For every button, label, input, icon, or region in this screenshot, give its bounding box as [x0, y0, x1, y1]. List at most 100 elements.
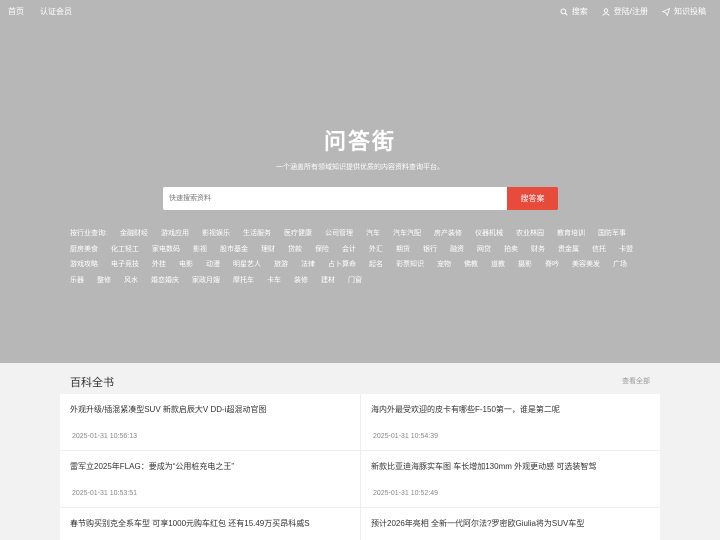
send-icon	[662, 7, 670, 16]
category-tag[interactable]: 乐器	[70, 273, 84, 289]
category-tag[interactable]: 融资	[450, 242, 464, 258]
category-tag[interactable]: 法律	[301, 257, 315, 273]
nav-member-link[interactable]: 认证会员	[40, 6, 72, 17]
category-tag[interactable]: 宠物	[437, 257, 451, 273]
category-tag[interactable]: 彩票知识	[396, 257, 424, 273]
category-tag[interactable]: 装修	[294, 273, 308, 289]
search-button[interactable]: 搜答案	[507, 187, 558, 210]
category-tag[interactable]: 电子竞技	[111, 257, 139, 273]
category-tag[interactable]: 厨房美食	[70, 242, 98, 258]
article-title[interactable]: 外观升级/插混紧凑型SUV 新款启辰大V DD-i超混动官图	[70, 404, 266, 415]
user-icon	[602, 7, 610, 16]
category-tag[interactable]: 拍卖	[504, 242, 518, 258]
article-card[interactable]: 新款比亚迪海豚实车图 车长增加130mm 外观更动感 可选装智驾 2025-01-…	[360, 451, 660, 508]
contribute-label: 知识投稿	[674, 7, 706, 16]
category-tag[interactable]: 会计	[342, 242, 356, 258]
category-tag[interactable]: 门窗	[348, 273, 362, 289]
category-tag[interactable]: 婚恋婚庆	[151, 273, 179, 289]
category-tag[interactable]: 信托	[592, 242, 606, 258]
category-tag[interactable]: 理财	[261, 242, 275, 258]
category-tag[interactable]: 金融财经	[120, 226, 148, 242]
category-tag[interactable]: 教育培训	[557, 226, 585, 242]
category-tag[interactable]: 起名	[369, 257, 383, 273]
category-tag[interactable]: 公司管理	[325, 226, 353, 242]
section-header: 百科全书 查看全部	[60, 363, 660, 394]
article-date: 2025-01-31 10:56:13	[72, 433, 137, 440]
category-tags: 按行业查询: 金融财经 游戏应用 影视娱乐 生活服务 医疗健康 公司管理 汽车 汽车汽配 房产装修…	[70, 226, 660, 288]
category-tag[interactable]: 广场	[613, 257, 627, 273]
category-tag[interactable]: 动漫	[206, 257, 220, 273]
category-tag[interactable]: 汽车汽配	[393, 226, 421, 242]
tags-label: 按行业查询:	[70, 230, 107, 237]
section-title: 百科全书	[70, 377, 114, 389]
top-nav-right: 搜索 登陆/注册 知识投稿	[560, 6, 706, 17]
category-tag[interactable]: 脊吟	[545, 257, 559, 273]
search-input[interactable]	[163, 187, 507, 210]
encyclopedia-section: 百科全书 查看全部 外观升级/插混紧凑型SUV 新款启辰大V DD-i超混动官图…	[60, 363, 660, 540]
contribute-link[interactable]: 知识投稿	[662, 6, 706, 17]
site-title: 问答街	[323, 129, 396, 155]
article-title[interactable]: 预计2026年亮相 全新一代阿尔法?罗密欧Giulia将为SUV车型	[371, 518, 584, 529]
category-tag[interactable]: 风水	[124, 273, 138, 289]
category-tag[interactable]: 汽车	[366, 226, 380, 242]
category-tag[interactable]: 影视娱乐	[202, 226, 230, 242]
top-bar: 首页 认证会员 搜索 登陆/注册 知识投稿	[0, 0, 720, 24]
article-title[interactable]: 海内外最受欢迎的皮卡有哪些F-150第一，谁是第二呢	[371, 404, 560, 415]
category-tag[interactable]: 网贷	[477, 242, 491, 258]
category-tag[interactable]: 贷款	[288, 242, 302, 258]
category-tag[interactable]: 国防军事	[598, 226, 626, 242]
category-tag[interactable]: 整修	[97, 273, 111, 289]
category-tag[interactable]: 家政月嫂	[192, 273, 220, 289]
category-tag[interactable]: 卡车	[267, 273, 281, 289]
category-tag[interactable]: 游戏攻略	[70, 257, 98, 273]
search-link[interactable]: 搜索	[560, 6, 588, 17]
login-register-label: 登陆/注册	[613, 7, 648, 16]
category-tag[interactable]: 股市基金	[220, 242, 248, 258]
nav-home-link[interactable]: 首页	[8, 6, 24, 17]
article-card[interactable]: 外观升级/插混紧凑型SUV 新款启辰大V DD-i超混动官图 2025-01-31…	[60, 394, 360, 451]
category-tag[interactable]: 明星艺人	[233, 257, 261, 273]
category-tag[interactable]: 摩托车	[233, 273, 254, 289]
article-card[interactable]: 春节购买别克全系车型 可享1000元购车红包 还有15.49万买昂科威S	[60, 508, 360, 540]
article-card[interactable]: 海内外最受欢迎的皮卡有哪些F-150第一，谁是第二呢 2025-01-31 10:…	[360, 394, 660, 451]
category-tag[interactable]: 卡盟	[619, 242, 633, 258]
search-link-label: 搜索	[571, 7, 588, 16]
category-tag[interactable]: 生活服务	[243, 226, 271, 242]
category-tag[interactable]: 房产装修	[434, 226, 462, 242]
top-nav-left: 首页 认证会员	[8, 6, 72, 17]
category-tag[interactable]: 道教	[491, 257, 505, 273]
category-tag[interactable]: 医疗健康	[284, 226, 312, 242]
category-tag[interactable]: 期货	[396, 242, 410, 258]
site-subtitle: 一个涵盖所有领域知识提供优质的内容资料查询平台。	[276, 164, 444, 171]
category-tag[interactable]: 化工轻工	[111, 242, 139, 258]
category-tag[interactable]: 保险	[315, 242, 329, 258]
category-tag[interactable]: 家电数码	[152, 242, 180, 258]
category-tag[interactable]: 外汇	[369, 242, 383, 258]
search-bar: 搜答案	[163, 187, 558, 210]
category-tag[interactable]: 佛教	[464, 257, 478, 273]
article-title[interactable]: 雷军立2025年FLAG：要成为“公用桩充电之王”	[70, 461, 234, 472]
category-tag[interactable]: 财务	[531, 242, 545, 258]
article-date: 2025-01-31 10:52:49	[373, 490, 438, 497]
category-tag[interactable]: 建材	[321, 273, 335, 289]
article-card[interactable]: 雷军立2025年FLAG：要成为“公用桩充电之王” 2025-01-31 10:5…	[60, 451, 360, 508]
category-tag[interactable]: 影视	[193, 242, 207, 258]
category-tag[interactable]: 游戏应用	[161, 226, 189, 242]
article-date: 2025-01-31 10:53:51	[72, 490, 137, 497]
category-tag[interactable]: 占卜算命	[328, 257, 356, 273]
category-tag[interactable]: 美容美发	[572, 257, 600, 273]
category-tag[interactable]: 旅游	[274, 257, 288, 273]
category-tag[interactable]: 贵金属	[558, 242, 579, 258]
category-tag[interactable]: 摄影	[518, 257, 532, 273]
article-grid: 外观升级/插混紧凑型SUV 新款启辰大V DD-i超混动官图 2025-01-31…	[60, 394, 660, 540]
category-tag[interactable]: 电影	[179, 257, 193, 273]
article-title[interactable]: 春节购买别克全系车型 可享1000元购车红包 还有15.49万买昂科威S	[70, 518, 310, 529]
article-card[interactable]: 预计2026年亮相 全新一代阿尔法?罗密欧Giulia将为SUV车型	[360, 508, 660, 540]
category-tag[interactable]: 外挂	[152, 257, 166, 273]
view-all-link[interactable]: 查看全部	[622, 376, 650, 386]
category-tag[interactable]: 仪器机械	[475, 226, 503, 242]
article-title[interactable]: 新款比亚迪海豚实车图 车长增加130mm 外观更动感 可选装智驾	[371, 461, 596, 472]
login-register-link[interactable]: 登陆/注册	[602, 6, 648, 17]
category-tag[interactable]: 银行	[423, 242, 437, 258]
category-tag[interactable]: 农业林园	[516, 226, 544, 242]
